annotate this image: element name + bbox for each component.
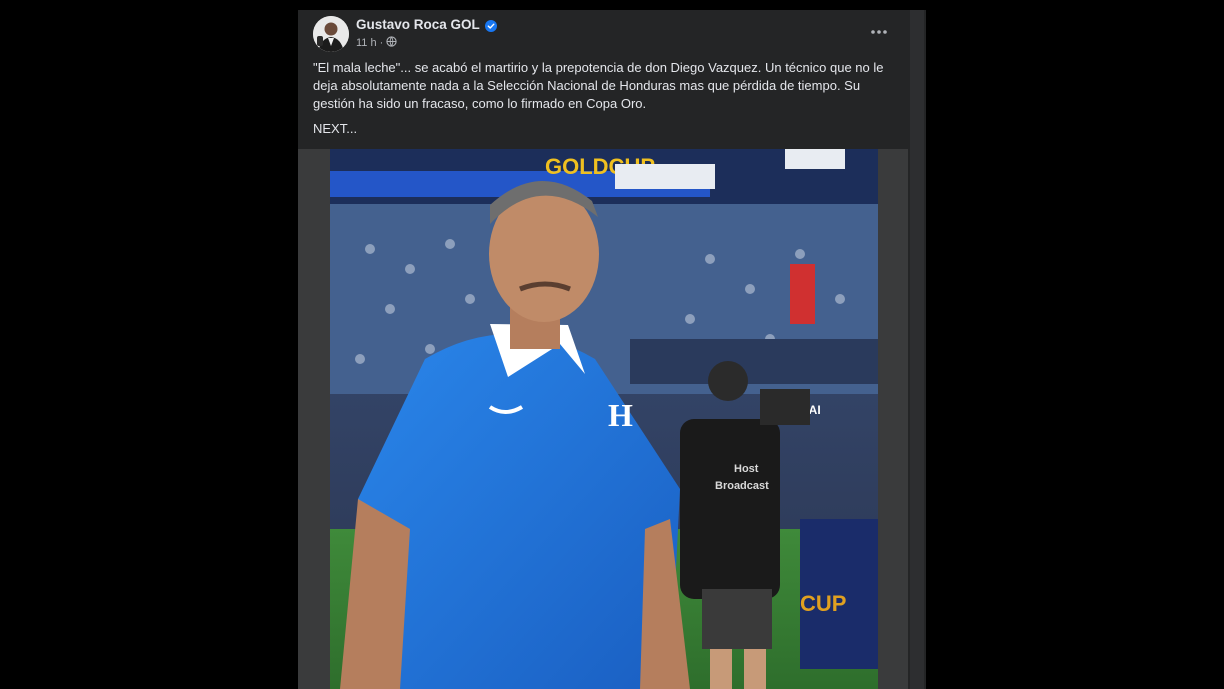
author-avatar[interactable] — [313, 16, 349, 52]
fan-red-shirt — [790, 264, 815, 324]
meta-separator: · — [379, 37, 384, 49]
broadcast-platform — [630, 339, 878, 384]
corner-sign-text: CUP — [800, 591, 846, 616]
verified-badge-icon — [484, 19, 497, 32]
stadium-window — [785, 149, 845, 169]
vest-text-host: Host — [734, 463, 759, 475]
author-line: Gustavo Roca GOL — [356, 17, 497, 32]
post-body: "El mala leche"... se acabó el martirio … — [313, 59, 893, 113]
shirt-crest: H — [608, 397, 633, 433]
post-header: Gustavo Roca GOL 11 h · "El mala leche".… — [298, 10, 908, 150]
author-name[interactable]: Gustavo Roca GOL — [356, 17, 480, 32]
post-timestamp[interactable]: 11 h — [356, 37, 377, 49]
stadium-window — [615, 164, 715, 189]
vest-text-broadcast: Broadcast — [715, 480, 769, 492]
post-meta: 11 h · — [356, 36, 397, 50]
post-next-text[interactable]: NEXT... — [313, 121, 357, 136]
post-photo[interactable]: GOLDCUP CUP HAI Host Broadcast H — [330, 149, 878, 689]
globe-icon — [386, 36, 397, 50]
more-options-icon[interactable] — [866, 22, 892, 42]
facebook-post: Gustavo Roca GOL 11 h · "El mala leche".… — [298, 10, 926, 689]
post-text: "El mala leche"... se acabó el martirio … — [313, 60, 884, 111]
scrollbar[interactable] — [910, 10, 924, 689]
